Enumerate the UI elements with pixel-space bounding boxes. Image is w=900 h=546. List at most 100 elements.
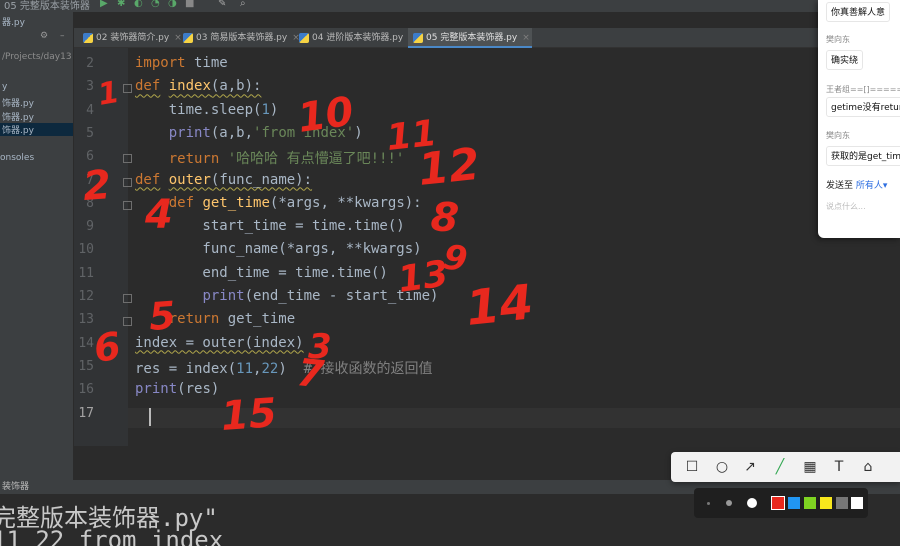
fold-marker-icon[interactable]: [123, 317, 132, 327]
line-number: 3: [86, 79, 94, 95]
chat-message: 获取的是get_time: [826, 146, 900, 166]
code-token: ): [269, 101, 279, 118]
code-token: time.sleep(: [135, 101, 262, 118]
code-line[interactable]: res = index(11,22) # 接收函数的返回值: [135, 358, 432, 378]
line-number: 17: [78, 405, 94, 421]
code-line[interactable]: end_time = time.time(): [135, 264, 388, 281]
pen-size-medium[interactable]: [726, 500, 732, 506]
fold-marker-icon[interactable]: [123, 154, 132, 164]
code-token: def: [135, 171, 161, 188]
tab-05[interactable]: 05 完整版本装饰器.py ×: [408, 28, 532, 48]
file-item[interactable]: 器.py: [2, 15, 25, 28]
file-item[interactable]: 饰器.py: [2, 110, 34, 123]
code-line[interactable]: def index(a,b):: [135, 78, 261, 94]
circle-icon[interactable]: ○: [713, 458, 731, 476]
file-item-selected[interactable]: 饰器.py: [0, 123, 73, 136]
color-swatch[interactable]: [771, 496, 785, 510]
line-number: 10: [78, 242, 94, 258]
annotation-color-bar: [694, 488, 868, 518]
file-item[interactable]: y: [2, 82, 7, 92]
search-icon[interactable]: ⌕: [240, 0, 246, 10]
annotation-toolbar: ☐ ○ ↗ ╱ ▦ T ⌂: [671, 452, 900, 482]
coverage-icon[interactable]: ◐: [134, 0, 143, 10]
pen-size-large[interactable]: [747, 498, 757, 508]
rectangle-icon[interactable]: ☐: [683, 458, 701, 476]
minimize-icon[interactable]: –: [60, 31, 65, 41]
code-token: 1: [261, 101, 270, 118]
color-swatch[interactable]: [851, 497, 863, 509]
code-line[interactable]: start_time = time.time(): [135, 218, 404, 234]
pen-icon[interactable]: ╱: [771, 458, 789, 476]
color-swatch[interactable]: [836, 497, 848, 509]
top-toolbar: 05 完整版本装饰器 ▶ ✱ ◐ ◔ ◑ ■ ✎ ⌕: [0, 0, 900, 12]
fold-marker-icon[interactable]: [123, 177, 132, 187]
code-line[interactable]: func_name(*args, **kwargs): [135, 241, 421, 257]
chevron-down-icon: ▾: [882, 181, 888, 191]
fold-marker-icon[interactable]: [123, 84, 132, 94]
code-line[interactable]: print(a,b,'from index'): [135, 125, 363, 141]
concurrency-icon[interactable]: ◑: [168, 0, 177, 10]
tab-03[interactable]: 03 简易版本装饰器.py ×: [178, 28, 300, 48]
color-swatch[interactable]: [820, 497, 832, 509]
code-token: time: [185, 55, 228, 71]
line-number: 4: [86, 102, 94, 118]
chat-input[interactable]: 说点什么...: [826, 201, 866, 212]
fold-marker-icon[interactable]: [123, 200, 132, 210]
code-token: # 接收函数的返回值: [303, 360, 433, 377]
python-file-icon: [83, 33, 93, 43]
code-line[interactable]: index = outer(index): [135, 335, 304, 351]
line-number: 9: [86, 219, 94, 235]
code-line[interactable]: return get_time: [135, 311, 295, 327]
arrow-icon[interactable]: ↗: [741, 458, 759, 476]
chat-sender: 王者组==[]=====>: [826, 85, 900, 94]
code-line[interactable]: def outer(func_name):: [135, 172, 312, 188]
python-file-icon: [299, 33, 309, 43]
profile-icon[interactable]: ◔: [151, 0, 160, 10]
code-token: (res): [177, 381, 220, 398]
code-line[interactable]: import time: [135, 55, 228, 71]
code-token: def: [135, 78, 161, 95]
fold-marker-icon[interactable]: [123, 294, 132, 303]
line-number: 13: [78, 312, 94, 328]
settings-icon[interactable]: ⚙: [40, 31, 48, 41]
color-swatch[interactable]: [788, 497, 800, 509]
project-panel: 器.py ⚙ – /Projects/day13 y 饰器.py 饰器.py 饰…: [0, 12, 74, 480]
code-line[interactable]: def get_time(*args, **kwargs):: [135, 195, 422, 211]
stop-icon[interactable]: ■: [185, 0, 194, 10]
file-item[interactable]: 饰器.py: [2, 96, 34, 109]
code-token: get_time: [219, 311, 296, 328]
line-number: 8: [86, 195, 94, 211]
python-file-icon: [413, 33, 423, 43]
chat-sender: 樊向东: [826, 35, 850, 44]
close-icon[interactable]: ×: [522, 33, 530, 43]
code-editor[interactable]: 2 3 4 5 6 7 8 9 10 11 12 13 14 15 16 17 import time def …: [74, 48, 900, 446]
build-icon[interactable]: ✎: [218, 0, 226, 10]
code-line[interactable]: print(res): [135, 381, 219, 397]
debug-icon[interactable]: ✱: [117, 0, 125, 10]
code-line[interactable]: print(end_time - start_time): [135, 288, 438, 304]
color-swatch[interactable]: [804, 497, 816, 509]
mosaic-icon[interactable]: ▦: [801, 458, 819, 476]
line-number: 6: [86, 149, 94, 165]
pen-size-small[interactable]: [707, 502, 710, 505]
run-icon[interactable]: ▶: [100, 0, 108, 10]
code-token: get_time: [202, 194, 270, 211]
tab-02[interactable]: 02 装饰器简介.py ×: [78, 28, 182, 48]
code-token: print: [168, 124, 211, 141]
code-token: end_time = time.time(): [135, 264, 388, 281]
scratches-consoles[interactable]: onsoles: [0, 153, 34, 163]
code-line[interactable]: return '哈哈哈 有点懵逼了吧!!!': [135, 148, 405, 168]
code-line[interactable]: time.sleep(1): [135, 101, 279, 118]
code-token: outer: [168, 171, 211, 188]
code-token: (end_time - start_time): [244, 288, 439, 304]
line-number: 11: [78, 265, 94, 281]
tab-04[interactable]: 04 进阶版本装饰器.py×: [294, 28, 416, 48]
tag-icon[interactable]: ⌂: [859, 458, 877, 476]
send-to-selector[interactable]: 发送至 所有人▾: [826, 178, 887, 191]
text-icon[interactable]: T: [830, 458, 848, 476]
line-number: 12: [78, 289, 94, 304]
line-gutter: 2 3 4 5 6 7 8 9 10 11 12 13 14 15 16 17: [74, 48, 132, 446]
line-number: 5: [86, 125, 94, 141]
